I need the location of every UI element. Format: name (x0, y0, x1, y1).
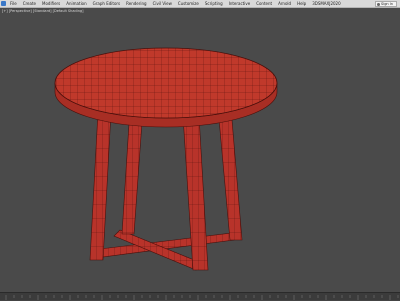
menu-graph-editors[interactable]: Graph Editors (93, 0, 126, 8)
menu-help[interactable]: Help (297, 0, 312, 8)
menu-create[interactable]: Create (23, 0, 42, 8)
menu-animation[interactable]: Animation (66, 0, 92, 8)
menu-bar: File Create Modifiers Animation Graph Ed… (0, 0, 400, 8)
menu-modifiers[interactable]: Modifiers (42, 0, 66, 8)
timeline-bar[interactable] (0, 292, 400, 300)
back-legs (121, 107, 243, 241)
app-logo-icon[interactable] (1, 1, 6, 6)
menu-scripting[interactable]: Scripting (205, 0, 229, 8)
menu-file[interactable]: File (10, 0, 23, 8)
perspective-viewport[interactable]: [+] [Perspective] [Standard] [Default Sh… (0, 8, 400, 292)
menu-arnold[interactable]: Arnold (278, 0, 297, 8)
stretchers (91, 229, 235, 271)
menu-customize[interactable]: Customize (178, 0, 205, 8)
menu-rendering[interactable]: Rendering (126, 0, 152, 8)
menu-workspace[interactable]: 3DSMAXJ2020 (312, 0, 346, 8)
sign-in-label: Sign In (381, 2, 393, 6)
sign-in-button[interactable]: Sign In (375, 1, 397, 7)
table-model[interactable] (0, 8, 400, 292)
menu-civil-view[interactable]: Civil View (153, 0, 178, 8)
menu-interactive[interactable]: Interactive (229, 0, 257, 8)
menu-items: File Create Modifiers Animation Graph Ed… (10, 0, 347, 8)
user-icon (377, 2, 380, 6)
tabletop-surface (54, 47, 278, 119)
menu-content[interactable]: Content (256, 0, 278, 8)
